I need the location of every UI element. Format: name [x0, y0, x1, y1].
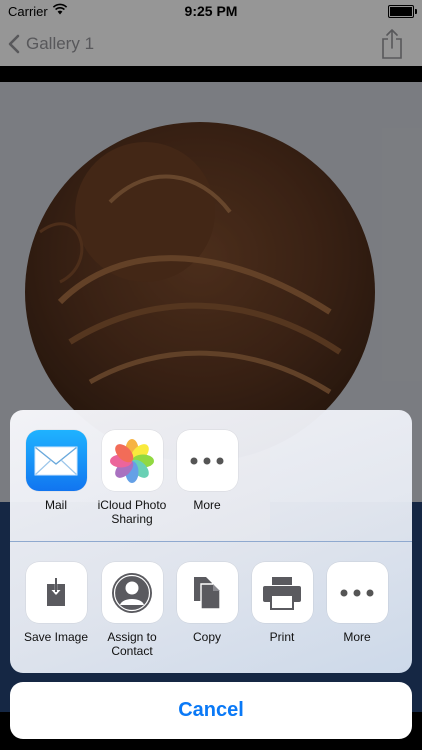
share-item-label: Copy: [192, 630, 221, 644]
more-icon: [326, 562, 388, 623]
copy-icon: [176, 562, 238, 623]
share-item-label: Print: [269, 630, 295, 644]
action-copy[interactable]: Copy: [169, 562, 245, 644]
share-sheet: Mail iCloud Photo Sharing More Save Imag…: [10, 410, 412, 673]
action-save-image[interactable]: Save Image: [18, 562, 94, 644]
share-icloud-photo[interactable]: iCloud Photo Sharing: [94, 430, 170, 526]
share-actions-row: Save Image Assign to Contact Copy Print …: [10, 542, 412, 673]
action-more[interactable]: More: [319, 562, 395, 644]
share-item-label: More: [343, 630, 371, 644]
action-assign-contact[interactable]: Assign to Contact: [94, 562, 170, 658]
contact-icon: [101, 562, 163, 623]
cancel-button[interactable]: Cancel: [10, 682, 412, 739]
share-apps-row: Mail iCloud Photo Sharing More: [10, 410, 412, 541]
print-icon: [251, 562, 313, 623]
share-item-label: iCloud Photo Sharing: [97, 498, 167, 526]
share-item-label: Mail: [44, 498, 67, 512]
action-print[interactable]: Print: [244, 562, 320, 644]
share-item-label: Assign to Contact: [107, 630, 157, 658]
share-mail[interactable]: Mail: [18, 430, 94, 512]
share-more-apps[interactable]: More: [169, 430, 245, 512]
photos-icon: [101, 430, 163, 491]
save-image-icon: [25, 562, 87, 623]
share-item-label: More: [193, 498, 221, 512]
more-icon: [176, 430, 238, 491]
mail-icon: [25, 430, 87, 491]
share-item-label: Save Image: [23, 630, 89, 644]
